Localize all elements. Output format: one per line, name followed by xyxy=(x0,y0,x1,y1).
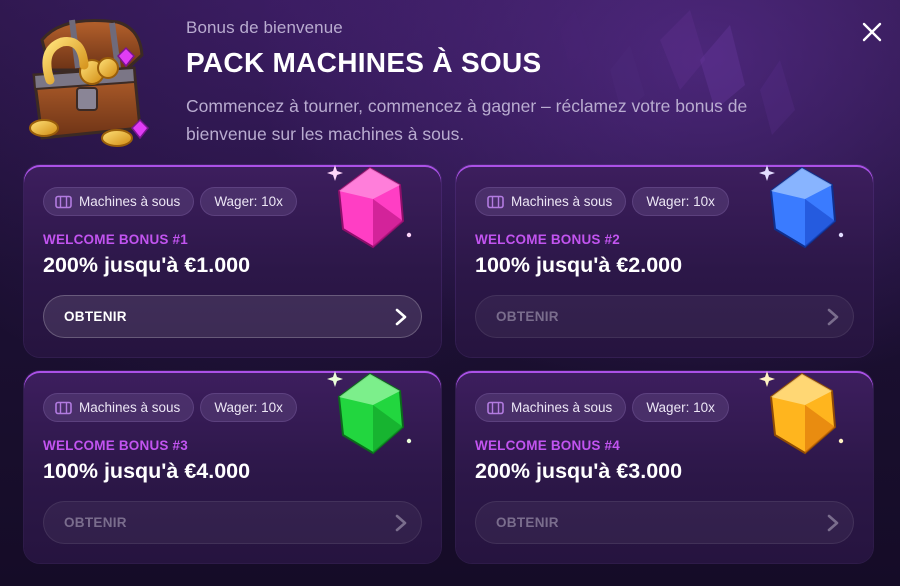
chevron-right-icon xyxy=(395,514,407,531)
chevron-right-icon xyxy=(827,308,839,325)
header: Bonus de bienvenue PACK MACHINES À SOUS … xyxy=(0,0,900,160)
bonus-card: Machines à sous Wager: 10x WELCOME BONUS… xyxy=(456,371,873,563)
bonus-card: Machines à sous Wager: 10x WELCOME BONUS… xyxy=(456,165,873,357)
chevron-right-icon xyxy=(827,514,839,531)
orange-gem-icon xyxy=(759,371,844,455)
category-label: Machines à sous xyxy=(79,194,181,209)
card-tags: Machines à sous Wager: 10x xyxy=(475,187,729,216)
category-pill: Machines à sous xyxy=(475,187,627,216)
slot-machine-icon xyxy=(487,401,504,414)
wager-pill: Wager: 10x xyxy=(632,393,729,422)
bonus-amount: 200% jusqu'à €3.000 xyxy=(475,459,683,483)
wager-label: Wager: 10x xyxy=(214,400,283,415)
category-label: Machines à sous xyxy=(79,400,181,415)
obtain-button[interactable]: OBTENIR xyxy=(43,501,422,544)
close-icon xyxy=(862,22,882,42)
obtain-button[interactable]: OBTENIR xyxy=(475,295,854,338)
card-tags: Machines à sous Wager: 10x xyxy=(43,187,297,216)
wager-pill: Wager: 10x xyxy=(632,187,729,216)
slot-machine-icon xyxy=(55,401,72,414)
obtain-button-label: OBTENIR xyxy=(496,515,559,530)
bonus-amount: 100% jusqu'à €4.000 xyxy=(43,459,251,483)
page-title: PACK MACHINES À SOUS xyxy=(186,47,542,78)
slot-machine-icon xyxy=(487,195,504,208)
bonus-amount: 200% jusqu'à €1.000 xyxy=(43,253,251,277)
category-label: Machines à sous xyxy=(511,194,613,209)
wager-label: Wager: 10x xyxy=(214,194,283,209)
close-button[interactable] xyxy=(858,18,886,46)
category-pill: Machines à sous xyxy=(43,187,195,216)
obtain-button-label: OBTENIR xyxy=(496,309,559,324)
wager-pill: Wager: 10x xyxy=(200,187,297,216)
obtain-button[interactable]: OBTENIR xyxy=(43,295,422,338)
wager-label: Wager: 10x xyxy=(646,194,715,209)
blue-gem-icon xyxy=(759,165,844,249)
chevron-right-icon xyxy=(395,308,407,325)
bonus-label: WELCOME BONUS #1 xyxy=(43,232,188,247)
bonus-label: WELCOME BONUS #4 xyxy=(475,438,620,453)
bonus-card: Machines à sous Wager: 10x WELCOME BONUS… xyxy=(24,371,441,563)
bonus-amount: 100% jusqu'à €2.000 xyxy=(475,253,683,277)
slot-machine-icon xyxy=(55,195,72,208)
category-label: Machines à sous xyxy=(511,400,613,415)
wager-pill: Wager: 10x xyxy=(200,393,297,422)
bonus-label: WELCOME BONUS #2 xyxy=(475,232,620,247)
obtain-button[interactable]: OBTENIR xyxy=(475,501,854,544)
green-gem-icon xyxy=(327,371,412,455)
obtain-button-label: OBTENIR xyxy=(64,309,127,324)
treasure-chest-icon xyxy=(29,18,150,147)
pink-gem-icon xyxy=(327,165,412,249)
category-pill: Machines à sous xyxy=(43,393,195,422)
category-pill: Machines à sous xyxy=(475,393,627,422)
wager-label: Wager: 10x xyxy=(646,400,715,415)
bonus-card: Machines à sous Wager: 10x WELCOME BONUS… xyxy=(24,165,441,357)
card-tags: Machines à sous Wager: 10x xyxy=(43,393,297,422)
subtitle: Bonus de bienvenue xyxy=(186,18,343,37)
description: Commencez à tourner, commencez à gagner … xyxy=(186,96,748,144)
bonus-label: WELCOME BONUS #3 xyxy=(43,438,188,453)
obtain-button-label: OBTENIR xyxy=(64,515,127,530)
card-tags: Machines à sous Wager: 10x xyxy=(475,393,729,422)
